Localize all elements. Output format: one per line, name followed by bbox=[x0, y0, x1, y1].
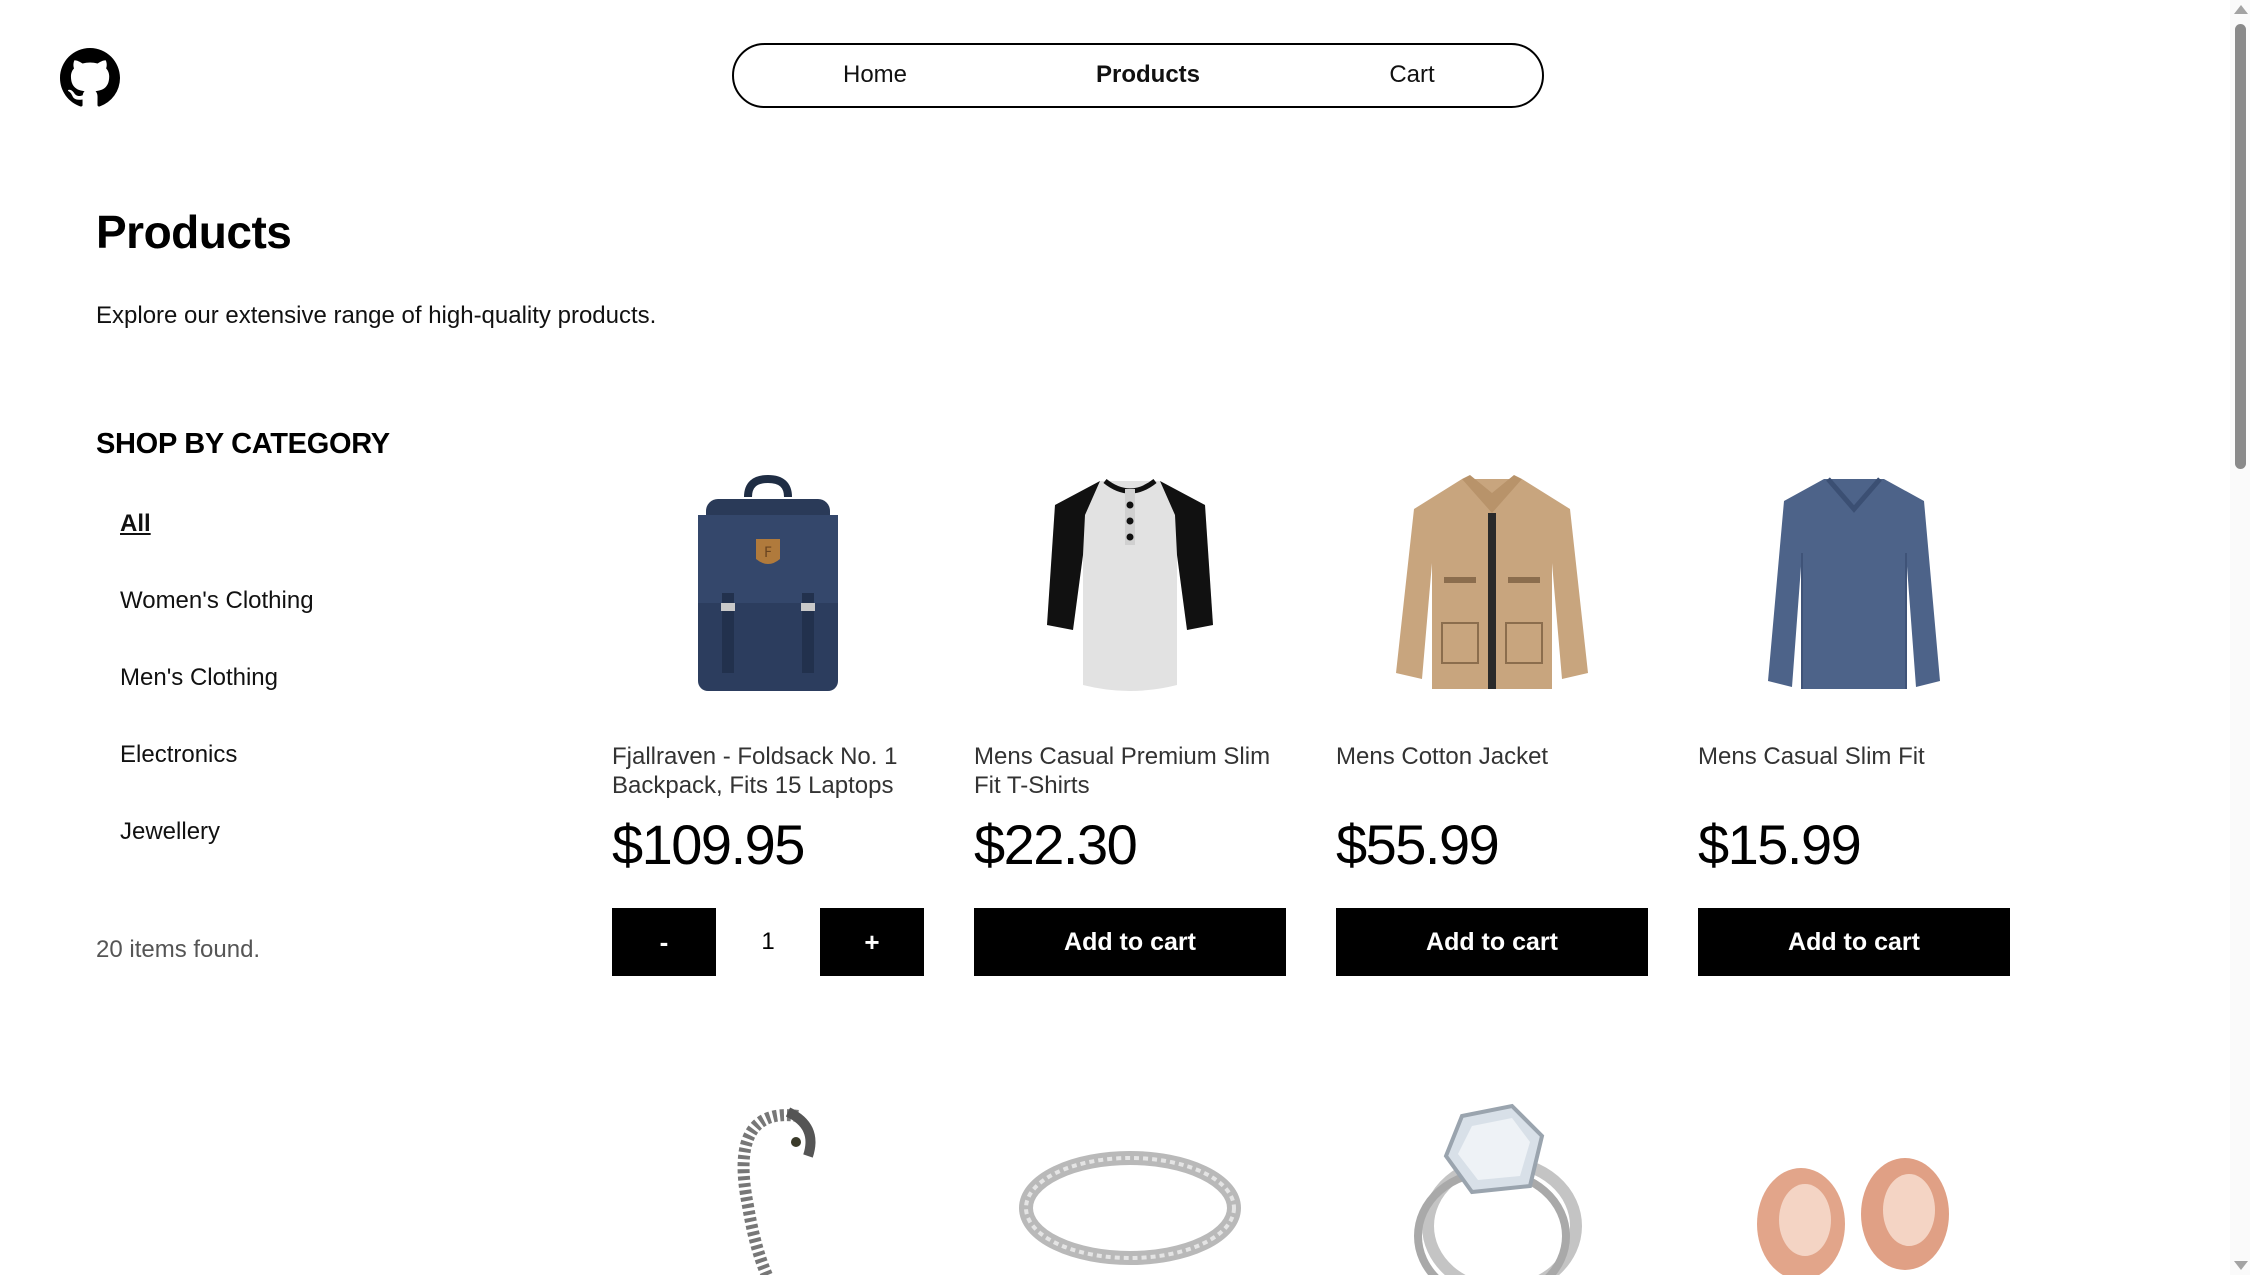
product-price: $109.95 bbox=[612, 813, 805, 876]
category-jewellery[interactable]: Jewellery bbox=[120, 818, 314, 895]
category-mens-clothing[interactable]: Men's Clothing bbox=[120, 664, 314, 741]
category-electronics[interactable]: Electronics bbox=[120, 741, 314, 818]
page-title: Products bbox=[96, 206, 292, 258]
product-card: Mens Casual Premium Slim Fit T-Shirts $2… bbox=[974, 470, 1286, 976]
svg-text:F: F bbox=[764, 545, 772, 561]
quantity-stepper: - 1 + bbox=[612, 908, 924, 976]
tshirt-image[interactable] bbox=[974, 470, 1286, 700]
product-card: F Fjallraven - Foldsack No. 1 Backpack, … bbox=[612, 470, 924, 976]
github-icon[interactable] bbox=[60, 48, 120, 108]
product-name[interactable]: Fjallraven - Foldsack No. 1 Backpack, Fi… bbox=[612, 742, 924, 804]
jacket-image[interactable] bbox=[1336, 470, 1648, 700]
category-womens-clothing[interactable]: Women's Clothing bbox=[120, 587, 314, 664]
silver-ring-image[interactable] bbox=[974, 1096, 1286, 1275]
category-list: All Women's Clothing Men's Clothing Elec… bbox=[120, 510, 314, 895]
product-name[interactable]: Mens Casual Premium Slim Fit T-Shirts bbox=[974, 742, 1286, 804]
product-name[interactable]: Mens Casual Slim Fit bbox=[1698, 742, 2010, 804]
scroll-thumb[interactable] bbox=[2235, 24, 2246, 469]
nav-products[interactable]: Products bbox=[1096, 45, 1200, 105]
scroll-up-icon[interactable] bbox=[2234, 5, 2248, 14]
category-heading: SHOP BY CATEGORY bbox=[96, 428, 390, 460]
diamond-ring-image[interactable] bbox=[1336, 1096, 1648, 1275]
product-name[interactable]: Mens Cotton Jacket bbox=[1336, 742, 1648, 804]
quantity-value: 1 bbox=[761, 928, 775, 955]
bracelet-image[interactable] bbox=[612, 1096, 924, 1275]
longsleeve-image[interactable] bbox=[1698, 470, 2010, 700]
vertical-scrollbar[interactable] bbox=[2230, 0, 2250, 1275]
rose-gold-plugs-image[interactable] bbox=[1698, 1096, 2010, 1275]
product-price: $22.30 bbox=[974, 813, 1138, 876]
items-found-count: 20 items found. bbox=[96, 936, 261, 963]
page-subtitle: Explore our extensive range of high-qual… bbox=[96, 302, 657, 329]
backpack-image[interactable]: F bbox=[612, 470, 924, 700]
product-card: Mens Cotton Jacket $55.99 Add to cart bbox=[1336, 470, 1648, 976]
category-all[interactable]: All bbox=[120, 510, 314, 587]
nav-cart[interactable]: Cart bbox=[1389, 45, 1434, 105]
increase-quantity-button[interactable]: + bbox=[820, 908, 924, 976]
main-nav: Home Products Cart bbox=[732, 43, 1544, 108]
product-card: Mens Casual Slim Fit $15.99 Add to cart bbox=[1698, 470, 2010, 976]
scroll-down-icon[interactable] bbox=[2234, 1261, 2248, 1270]
add-to-cart-button[interactable]: Add to cart bbox=[974, 908, 1286, 976]
product-price: $55.99 bbox=[1336, 813, 1500, 876]
add-to-cart-button[interactable]: Add to cart bbox=[1336, 908, 1648, 976]
decrease-quantity-button[interactable]: - bbox=[612, 908, 716, 976]
product-price: $15.99 bbox=[1698, 813, 1862, 876]
nav-home[interactable]: Home bbox=[843, 45, 907, 105]
add-to-cart-button[interactable]: Add to cart bbox=[1698, 908, 2010, 976]
